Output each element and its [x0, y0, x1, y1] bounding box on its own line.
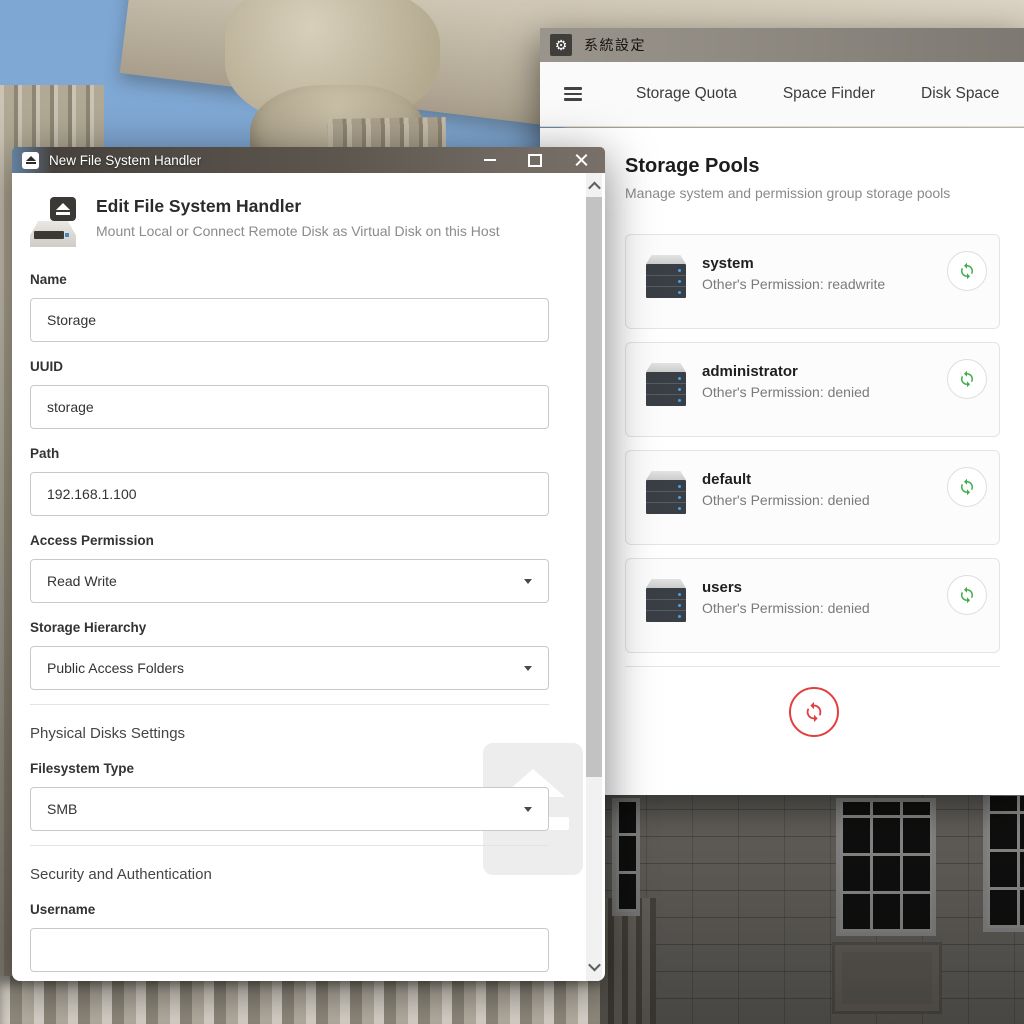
- storage-hierarchy-label: Storage Hierarchy: [30, 617, 549, 638]
- server-icon: [646, 255, 686, 299]
- pool-name: users: [702, 579, 870, 596]
- minimize-icon: [484, 159, 496, 162]
- chevron-down-icon: [588, 958, 601, 971]
- field-name: Name: [30, 269, 549, 342]
- gear-icon: ⚙: [550, 34, 572, 56]
- field-uuid: UUID: [30, 356, 549, 429]
- server-icon: [646, 579, 686, 623]
- username-input[interactable]: [30, 928, 549, 972]
- settings-titlebar[interactable]: ⚙ 系統設定: [540, 28, 1024, 62]
- refresh-pool-button[interactable]: [947, 251, 987, 291]
- facade-shadow: [600, 790, 1024, 1024]
- tab-space-finder[interactable]: Space Finder: [783, 85, 875, 103]
- maximize-icon: [528, 154, 542, 167]
- dropdown-caret-icon: [524, 666, 532, 671]
- filesystem-type-value: SMB: [47, 801, 77, 817]
- pool-permission: Other's Permission: denied: [702, 492, 870, 508]
- name-label: Name: [30, 269, 549, 290]
- gear-glyph: ⚙: [555, 38, 568, 52]
- physical-disks-section-title: Physical Disks Settings: [30, 723, 549, 744]
- filesystem-type-select[interactable]: SMB: [30, 787, 549, 831]
- pool-permission: Other's Permission: denied: [702, 600, 870, 616]
- scrollbar-thumb[interactable]: [586, 197, 602, 777]
- refresh-icon: [958, 370, 976, 388]
- refresh-pool-button[interactable]: [947, 575, 987, 615]
- section-divider: [30, 845, 549, 846]
- dialog-title: New File System Handler: [49, 153, 474, 168]
- field-username: Username: [30, 899, 549, 972]
- building-facade: [600, 790, 1024, 1024]
- storage-pool-card[interactable]: administrator Other's Permission: denied: [625, 342, 1000, 437]
- refresh-pool-button[interactable]: [947, 467, 987, 507]
- path-label: Path: [30, 443, 549, 464]
- file-system-handler-dialog: New File System Handler Edit File System…: [12, 147, 605, 981]
- section-divider: [30, 704, 549, 705]
- storage-pool-card[interactable]: users Other's Permission: denied: [625, 558, 1000, 653]
- settings-nav-bar: Storage Quota Space Finder Disk Space: [540, 62, 1024, 127]
- storage-pool-card[interactable]: default Other's Permission: denied: [625, 450, 1000, 545]
- access-permission-label: Access Permission: [30, 530, 549, 551]
- filesystem-type-label: Filesystem Type: [30, 758, 549, 779]
- pool-name: system: [702, 255, 885, 272]
- dialog-form: Edit File System Handler Mount Local or …: [30, 195, 549, 972]
- dropdown-caret-icon: [524, 579, 532, 584]
- eject-icon: [22, 152, 39, 169]
- uuid-input[interactable]: [30, 385, 549, 429]
- access-permission-value: Read Write: [47, 573, 117, 589]
- username-label: Username: [30, 899, 549, 920]
- refresh-pool-button[interactable]: [947, 359, 987, 399]
- dialog-scrollbar[interactable]: [586, 173, 602, 981]
- refresh-icon: [803, 701, 825, 723]
- refresh-icon: [958, 478, 976, 496]
- field-access-permission: Access Permission Read Write: [30, 530, 549, 603]
- pool-permission: Other's Permission: readwrite: [702, 276, 885, 292]
- pool-permission: Other's Permission: denied: [702, 384, 870, 400]
- settings-window-title: 系統設定: [584, 35, 646, 55]
- field-path: Path: [30, 443, 549, 516]
- tab-storage-quota[interactable]: Storage Quota: [636, 85, 737, 103]
- settings-tabs: Storage Quota Space Finder Disk Space: [636, 85, 999, 103]
- tab-disk-space[interactable]: Disk Space: [921, 85, 999, 103]
- dropdown-caret-icon: [524, 807, 532, 812]
- pool-name: administrator: [702, 363, 870, 380]
- dialog-heading: Edit File System Handler: [96, 195, 500, 217]
- scroll-up-button[interactable]: [586, 175, 602, 197]
- field-filesystem-type: Filesystem Type SMB: [30, 758, 549, 831]
- window-controls: [484, 153, 589, 168]
- dialog-body: Edit File System Handler Mount Local or …: [12, 173, 605, 981]
- server-icon: [646, 471, 686, 515]
- storage-pools-panel: Storage Pools Manage system and permissi…: [540, 128, 1024, 795]
- storage-hierarchy-value: Public Access Folders: [47, 660, 184, 676]
- hamburger-menu-icon[interactable]: [564, 87, 582, 101]
- refresh-icon: [958, 262, 976, 280]
- minimize-button[interactable]: [484, 159, 496, 162]
- chevron-up-icon: [588, 181, 601, 194]
- dialog-titlebar[interactable]: New File System Handler: [12, 147, 605, 173]
- reload-pools-button[interactable]: [789, 687, 839, 737]
- pool-name: default: [702, 471, 870, 488]
- drive-eject-icon: [30, 197, 78, 249]
- storage-pool-card[interactable]: system Other's Permission: readwrite: [625, 234, 1000, 329]
- list-divider: [625, 666, 1000, 667]
- maximize-button[interactable]: [528, 154, 542, 167]
- page-subtitle: Manage system and permission group stora…: [625, 184, 996, 202]
- server-icon: [646, 363, 686, 407]
- field-storage-hierarchy: Storage Hierarchy Public Access Folders: [30, 617, 549, 690]
- name-input[interactable]: [30, 298, 549, 342]
- close-button[interactable]: [574, 153, 589, 168]
- stone-steps: [0, 976, 612, 1024]
- security-section-title: Security and Authentication: [30, 864, 549, 885]
- path-input[interactable]: [30, 472, 549, 516]
- system-settings-window: ⚙ 系統設定 Storage Quota Space Finder Disk S…: [540, 28, 1024, 795]
- access-permission-select[interactable]: Read Write: [30, 559, 549, 603]
- scroll-down-button[interactable]: [586, 955, 602, 977]
- page-title: Storage Pools: [625, 154, 996, 178]
- refresh-icon: [958, 586, 976, 604]
- storage-hierarchy-select[interactable]: Public Access Folders: [30, 646, 549, 690]
- dialog-subheading: Mount Local or Connect Remote Disk as Vi…: [96, 222, 500, 240]
- dialog-header: Edit File System Handler Mount Local or …: [30, 195, 549, 249]
- uuid-label: UUID: [30, 356, 549, 377]
